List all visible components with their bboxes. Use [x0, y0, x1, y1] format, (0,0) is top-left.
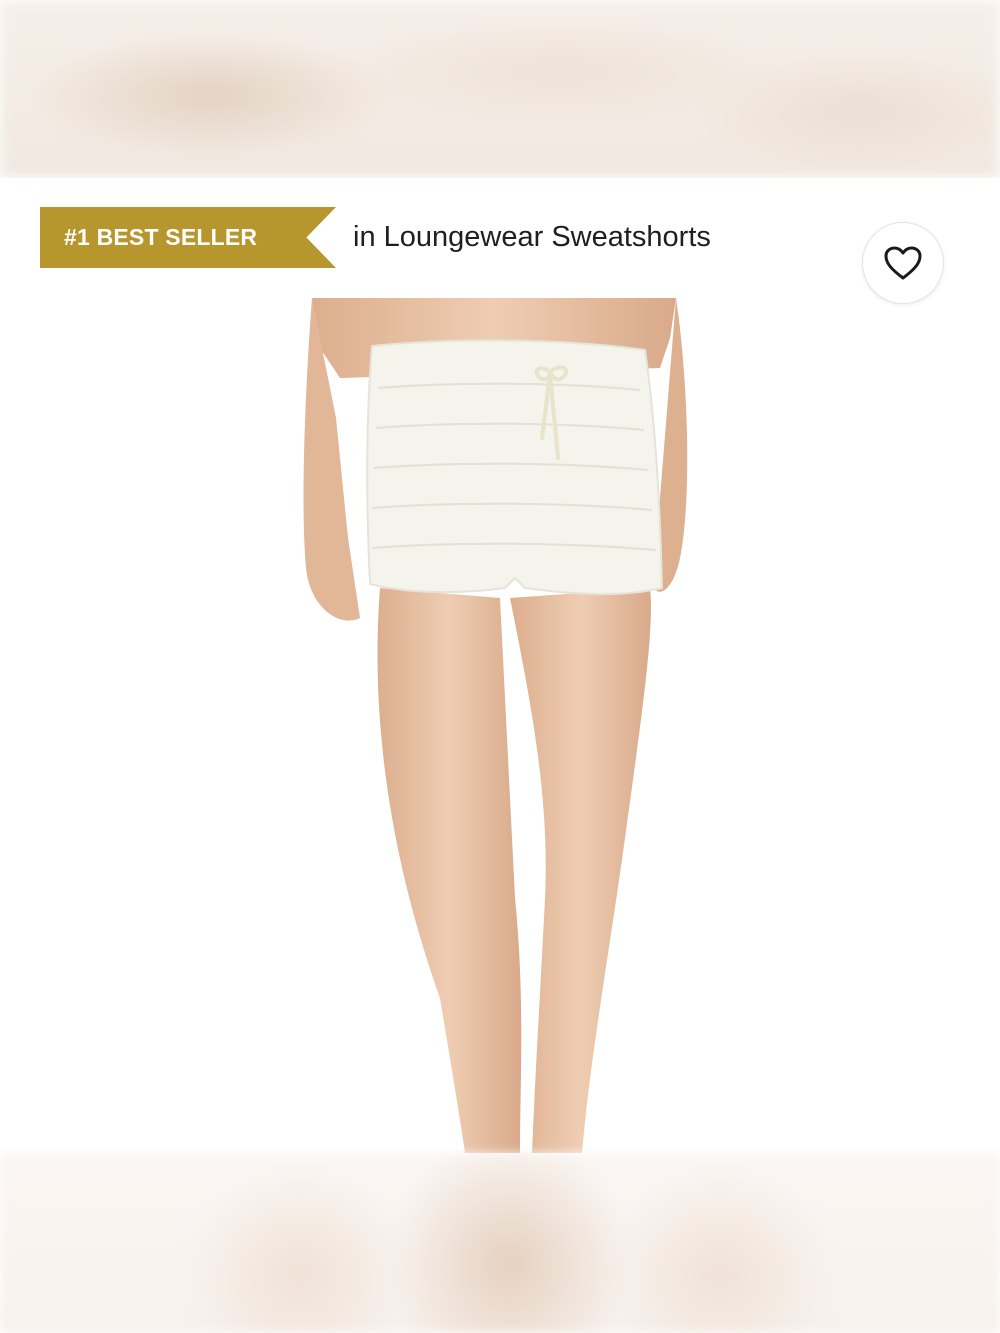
right-leg: [510, 588, 651, 1153]
blurred-background-bottom: [0, 1153, 1000, 1333]
bestseller-badge: #1 BEST SELLER: [40, 207, 336, 268]
product-photo: [303, 298, 688, 1153]
blurred-background-top: [0, 0, 1000, 178]
bestseller-banner: #1 BEST SELLER in Loungewear Sweatshorts: [40, 207, 711, 268]
favorite-button[interactable]: [862, 222, 944, 304]
left-leg: [377, 588, 522, 1153]
heart-outline-icon: [884, 246, 922, 280]
bestseller-category-text: in Loungewear Sweatshorts: [353, 221, 711, 253]
